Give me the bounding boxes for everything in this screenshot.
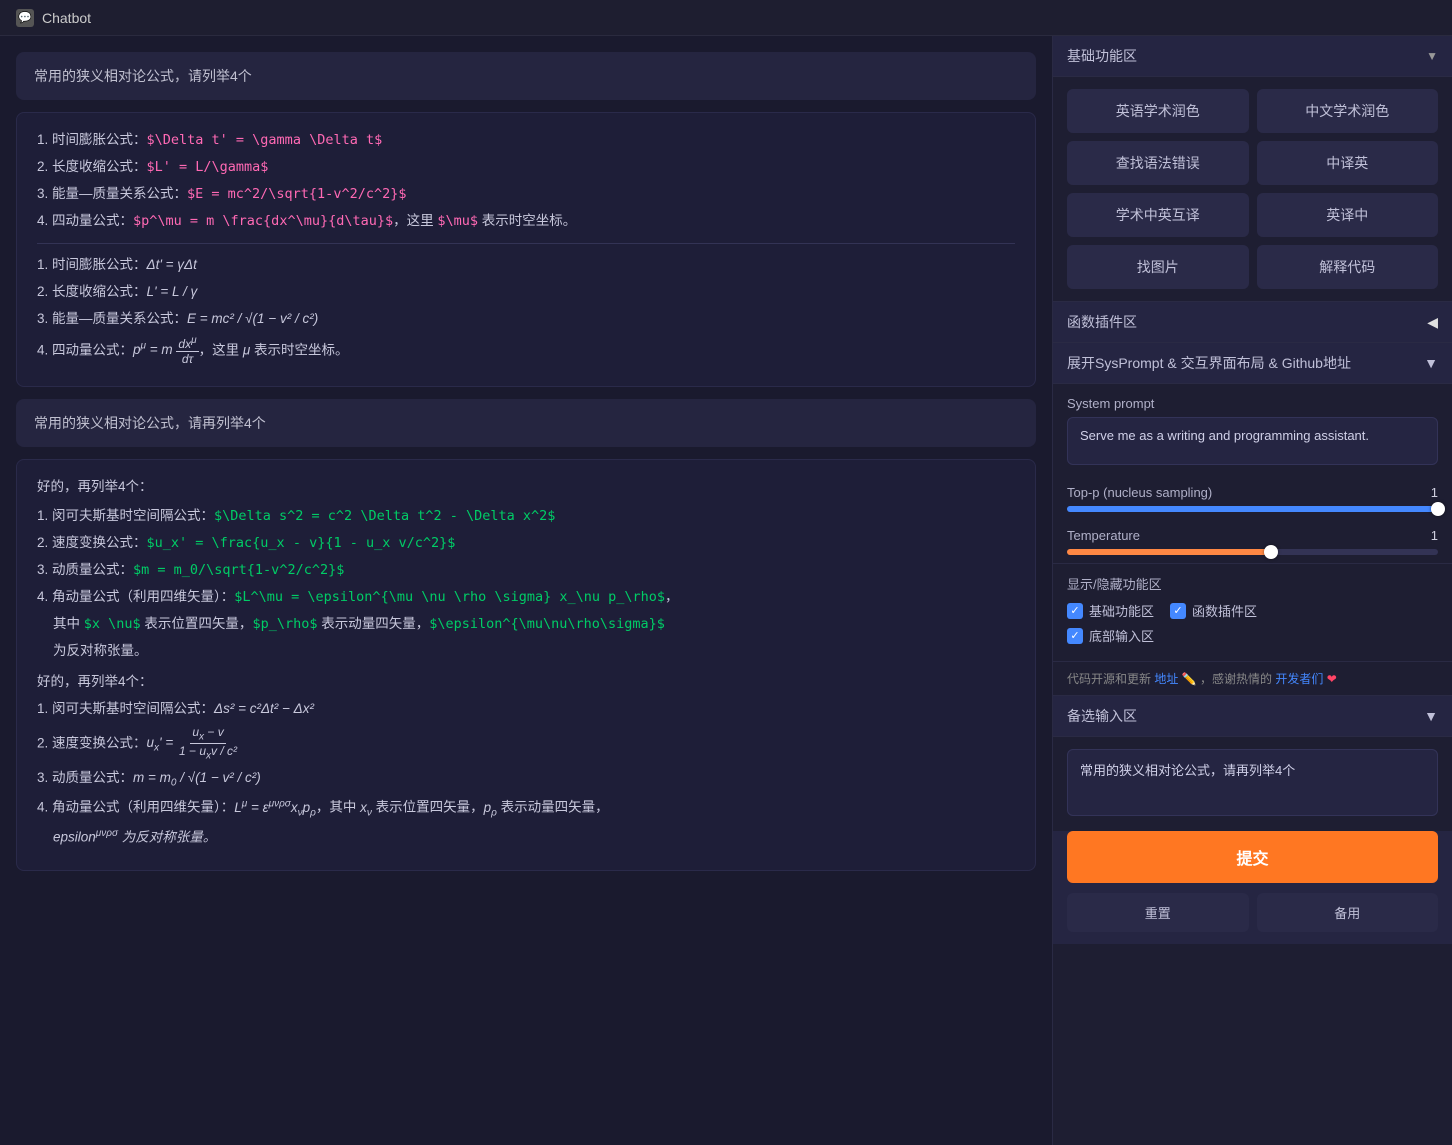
alt-input-section: 备选输入区 ▼ 提交 重置 备用 xyxy=(1053,695,1452,944)
visibility-label: 显示/隐藏功能区 xyxy=(1067,574,1438,593)
formula-rendered: 4. 四动量公式：pμ = m dxμdτ，这里 μ 表示时空坐标。 xyxy=(37,335,1015,367)
basic-functions-header[interactable]: 基础功能区 ▼ xyxy=(1053,36,1452,77)
checkbox-basic-label: 基础功能区 xyxy=(1089,601,1154,620)
checkbox-bottom[interactable]: ✓ 底部输入区 xyxy=(1067,626,1154,645)
expand-label: 展开SysPrompt & 交互界面布局 & Github地址 xyxy=(1067,353,1351,373)
chat-panel: 常用的狭义相对论公式，请列举4个 1. 时间膨胀公式：$\Delta t' = … xyxy=(0,36,1052,1145)
right-panel: 基础功能区 ▼ 英语学术润色 中文学术润色 查找语法错误 中译英 学术中英互译 … xyxy=(1052,36,1452,1145)
checkbox-plugin[interactable]: ✓ 函数插件区 xyxy=(1170,601,1257,620)
sys-prompt-box[interactable]: Serve me as a writing and programming as… xyxy=(1067,417,1438,465)
checkbox-bottom-label: 底部输入区 xyxy=(1089,626,1154,645)
top-p-value: 1 xyxy=(1431,485,1438,500)
chatbot-icon: 💬 xyxy=(16,9,34,27)
thanks-text: ，感谢热情的 xyxy=(1200,672,1272,686)
app-title: Chatbot xyxy=(42,10,91,26)
btn-explain-code[interactable]: 解释代码 xyxy=(1257,245,1439,289)
main-layout: 常用的狭义相对论公式，请列举4个 1. 时间膨胀公式：$\Delta t' = … xyxy=(0,36,1452,1145)
temperature-fill xyxy=(1067,549,1271,555)
plugin-label: 函数插件区 xyxy=(1067,312,1137,332)
checkbox-basic-box[interactable]: ✓ xyxy=(1067,603,1083,619)
expand-header[interactable]: 展开SysPrompt & 交互界面布局 & Github地址 ▼ xyxy=(1053,343,1452,384)
formula-raw: $p^\mu = m \frac{dx^\mu}{d\tau}$ xyxy=(133,213,393,229)
visibility-section: 显示/隐藏功能区 ✓ 基础功能区 ✓ 函数插件区 ✓ 底部输入区 xyxy=(1053,563,1452,661)
temperature-label: Temperature xyxy=(1067,528,1140,543)
temperature-row: Temperature 1 xyxy=(1053,520,1452,563)
temperature-thumb[interactable] xyxy=(1264,545,1278,559)
formula-raw: $L' = L/\gamma$ xyxy=(147,159,269,175)
top-p-fill xyxy=(1067,506,1438,512)
btn-zh-to-en[interactable]: 中译英 xyxy=(1257,141,1439,185)
assistant-message-1: 1. 时间膨胀公式：$\Delta t' = \gamma \Delta t$ … xyxy=(16,112,1036,387)
alt-input-label: 备选输入区 xyxy=(1067,706,1137,726)
top-bar: 💬 Chatbot xyxy=(0,0,1452,36)
link-text: 代码开源和更新 xyxy=(1067,672,1151,686)
system-prompt-area: System prompt Serve me as a writing and … xyxy=(1053,384,1452,477)
plugin-arrow: ◀ xyxy=(1427,314,1438,331)
formula-line: 2. 长度收缩公式：$L' = L/\gamma$ xyxy=(37,156,1015,179)
formula-raw: $\Delta t' = \gamma \Delta t$ xyxy=(147,132,383,148)
alt-input-header[interactable]: 备选输入区 ▼ xyxy=(1053,696,1452,737)
sys-prompt-label: System prompt xyxy=(1067,396,1438,411)
assistant-message-2: 好的，再列举4个： 1. 闵可夫斯基时空间隔公式：$\Delta s^2 = c… xyxy=(16,459,1036,871)
basic-functions-label: 基础功能区 xyxy=(1067,46,1137,66)
alt-textarea[interactable] xyxy=(1067,749,1438,816)
temperature-value: 1 xyxy=(1431,528,1438,543)
source-link[interactable]: 地址 xyxy=(1154,672,1178,686)
formula-rendered: 1. 时间膨胀公式：Δt' = γΔt xyxy=(37,254,1015,277)
btn-chinese-polish[interactable]: 中文学术润色 xyxy=(1257,89,1439,133)
formula-rendered: 2. 长度收缩公式：L' = L / γ xyxy=(37,281,1015,304)
formula-line: 3. 能量—质量关系公式：$E = mc^2/\sqrt{1-v^2/c^2}$ xyxy=(37,183,1015,206)
temperature-track[interactable] xyxy=(1067,549,1438,555)
formula-rendered: 3. 能量—质量关系公式：E = mc² / √(1 − v² / c²) xyxy=(37,308,1015,331)
extra-button[interactable]: 备用 xyxy=(1257,893,1439,932)
formula-raw: $E = mc^2/\sqrt{1-v^2/c^2}$ xyxy=(187,186,406,202)
checkbox-bottom-box[interactable]: ✓ xyxy=(1067,628,1083,644)
submit-button[interactable]: 提交 xyxy=(1067,831,1438,883)
checkbox-basic[interactable]: ✓ 基础功能区 xyxy=(1067,601,1154,620)
basic-functions-grid: 英语学术润色 中文学术润色 查找语法错误 中译英 学术中英互译 英译中 找图片 … xyxy=(1053,77,1452,301)
user-message-1: 常用的狭义相对论公式，请列举4个 xyxy=(16,52,1036,100)
heart-icon: ❤ xyxy=(1327,672,1337,686)
checkbox-row-2: ✓ 底部输入区 xyxy=(1067,626,1438,645)
expand-arrow: ▼ xyxy=(1424,355,1438,371)
bottom-buttons: 重置 备用 xyxy=(1053,893,1452,944)
formula-line: 1. 时间膨胀公式：$\Delta t' = \gamma \Delta t$ xyxy=(37,129,1015,152)
user-message-2: 常用的狭义相对论公式，请再列举4个 xyxy=(16,399,1036,447)
expand-section: 展开SysPrompt & 交互界面布局 & Github地址 ▼ System… xyxy=(1053,343,1452,695)
btn-academic-translate[interactable]: 学术中英互译 xyxy=(1067,193,1249,237)
btn-english-polish[interactable]: 英语学术润色 xyxy=(1067,89,1249,133)
plugin-section-header[interactable]: 函数插件区 ◀ xyxy=(1053,301,1452,343)
basic-functions-arrow: ▼ xyxy=(1426,49,1438,63)
reset-button[interactable]: 重置 xyxy=(1067,893,1249,932)
btn-find-image[interactable]: 找图片 xyxy=(1067,245,1249,289)
link-row: 代码开源和更新 地址 ✏️ ，感谢热情的 开发者们 ❤ xyxy=(1053,661,1452,695)
checkbox-row-1: ✓ 基础功能区 ✓ 函数插件区 xyxy=(1067,601,1438,620)
top-p-label: Top-p (nucleus sampling) xyxy=(1067,485,1212,500)
top-p-track[interactable] xyxy=(1067,506,1438,512)
top-p-row: Top-p (nucleus sampling) 1 xyxy=(1053,477,1452,520)
formula-line: 4. 四动量公式：$p^\mu = m \frac{dx^\mu}{d\tau}… xyxy=(37,210,1015,233)
checkbox-plugin-label: 函数插件区 xyxy=(1192,601,1257,620)
btn-en-to-zh[interactable]: 英译中 xyxy=(1257,193,1439,237)
alt-input-box xyxy=(1053,737,1452,831)
alt-input-arrow: ▼ xyxy=(1424,708,1438,724)
top-p-thumb[interactable] xyxy=(1431,502,1445,516)
btn-grammar-check[interactable]: 查找语法错误 xyxy=(1067,141,1249,185)
contributors-link[interactable]: 开发者们 xyxy=(1275,672,1323,686)
checkbox-plugin-box[interactable]: ✓ xyxy=(1170,603,1186,619)
divider xyxy=(37,243,1015,244)
